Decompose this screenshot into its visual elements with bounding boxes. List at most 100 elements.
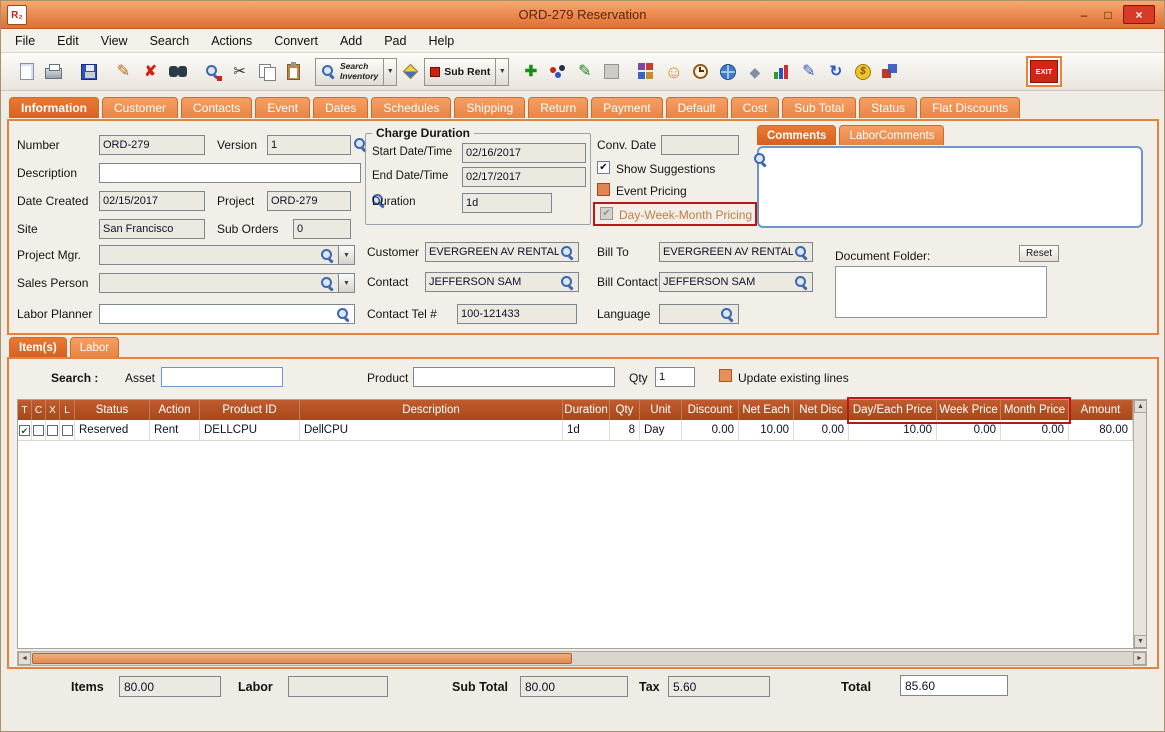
update-existing-lines-checkbox[interactable] — [719, 369, 732, 382]
customer-field[interactable]: EVERGREEN AV RENTALS — [425, 242, 579, 262]
horizontal-scrollbar[interactable]: ◄ ► — [17, 651, 1147, 666]
reset-button[interactable]: Reset — [1019, 245, 1059, 262]
labor-planner-field[interactable] — [99, 304, 355, 324]
col-header-c[interactable]: C — [32, 400, 46, 420]
row-t-checkbox[interactable]: ✔ — [19, 425, 30, 436]
col-header-product-id[interactable]: Product ID — [200, 400, 300, 420]
col-header-unit[interactable]: Unit — [640, 400, 682, 420]
tab-labor-comments[interactable]: LaborComments — [839, 125, 944, 145]
kit-dots-icon[interactable] — [544, 58, 571, 85]
col-header-x[interactable]: X — [46, 400, 60, 420]
product-input[interactable] — [413, 367, 615, 387]
menu-view[interactable]: View — [101, 34, 128, 48]
customer-search-icon[interactable] — [560, 245, 575, 260]
tab-items[interactable]: Item(s) — [9, 337, 67, 357]
language-search-icon[interactable] — [720, 307, 735, 322]
day-week-month-pricing-checkbox[interactable]: ✔ — [600, 207, 613, 220]
binoculars-icon[interactable] — [164, 58, 191, 85]
search-inventory-button[interactable]: Search Inventory — [315, 58, 384, 86]
refresh-icon[interactable]: ↻ — [822, 58, 849, 85]
clock-icon[interactable] — [687, 58, 714, 85]
asset-input[interactable] — [161, 367, 283, 387]
tax-field[interactable]: 5.60 — [668, 676, 770, 697]
project-mgr-combo[interactable]: ▼ — [99, 245, 355, 265]
paste-icon[interactable] — [280, 58, 307, 85]
minimize-button[interactable]: – — [1073, 5, 1095, 24]
tab-schedules[interactable]: Schedules — [371, 97, 451, 118]
bill-to-search-icon[interactable] — [794, 245, 809, 260]
tab-status[interactable]: Status — [859, 97, 917, 118]
end-datetime-field[interactable]: 02/17/2017 — [462, 167, 586, 187]
tab-default[interactable]: Default — [666, 97, 728, 118]
disabled-pad-icon[interactable] — [598, 58, 625, 85]
labor-planner-search-icon[interactable] — [336, 307, 351, 322]
print-icon[interactable] — [40, 58, 67, 85]
site-field[interactable]: San Francisco — [99, 219, 205, 239]
number-field[interactable]: ORD-279 — [99, 135, 205, 155]
menu-help[interactable]: Help — [428, 34, 454, 48]
document-folder-box[interactable] — [835, 266, 1047, 318]
globe-icon[interactable] — [714, 58, 741, 85]
smiley-icon[interactable]: ☺ — [660, 58, 687, 85]
scroll-down-icon[interactable]: ▼ — [1134, 635, 1147, 648]
sales-person-combo[interactable]: ▼ — [99, 273, 355, 293]
price-tag-icon[interactable] — [397, 58, 424, 85]
package-diamond-icon[interactable]: ◆ — [741, 58, 768, 85]
sub-total-field[interactable]: 80.00 — [520, 676, 628, 697]
col-header-t[interactable]: T — [18, 400, 32, 420]
bill-contact-field[interactable]: JEFFERSON SAM — [659, 272, 813, 292]
start-datetime-field[interactable]: 02/16/2017 — [462, 143, 586, 163]
menu-add[interactable]: Add — [340, 34, 362, 48]
project-field[interactable]: ORD-279 — [267, 191, 351, 211]
search-inventory-dropdown[interactable]: ▼ — [384, 58, 397, 86]
col-header-net-each[interactable]: Net Each — [739, 400, 794, 420]
project-mgr-field[interactable] — [99, 245, 339, 265]
bill-contact-search-icon[interactable] — [794, 275, 809, 290]
tab-contacts[interactable]: Contacts — [181, 97, 252, 118]
horizontal-scroll-thumb[interactable] — [32, 653, 572, 664]
scroll-right-icon[interactable]: ► — [1133, 652, 1146, 665]
col-header-l[interactable]: L — [60, 400, 75, 420]
menu-actions[interactable]: Actions — [211, 34, 252, 48]
comments-search-icon[interactable] — [753, 152, 768, 167]
menu-convert[interactable]: Convert — [274, 34, 318, 48]
tab-payment[interactable]: Payment — [591, 97, 662, 118]
row-l-checkbox[interactable] — [62, 425, 73, 436]
contact-tel-field[interactable]: 100-121433 — [457, 304, 577, 324]
copy-icon[interactable] — [253, 58, 280, 85]
show-suggestions-checkbox[interactable]: ✔ — [597, 161, 610, 174]
chart-bars-icon[interactable] — [768, 58, 795, 85]
total-field[interactable]: 85.60 — [900, 675, 1008, 696]
menu-pad[interactable]: Pad — [384, 34, 406, 48]
maximize-button[interactable]: □ — [1097, 5, 1119, 24]
exit-button[interactable]: EXIT — [1030, 60, 1058, 83]
tab-comments[interactable]: Comments — [757, 125, 836, 145]
col-header-amount[interactable]: Amount — [1069, 400, 1133, 420]
qty-input[interactable]: 1 — [655, 367, 695, 387]
menu-edit[interactable]: Edit — [57, 34, 79, 48]
tab-event[interactable]: Event — [255, 97, 310, 118]
col-header-month-price[interactable]: Month Price — [1001, 400, 1069, 420]
tab-information[interactable]: Information — [9, 97, 99, 118]
sub-rent-button[interactable]: Sub Rent — [424, 58, 496, 86]
close-button[interactable]: × — [1123, 5, 1155, 24]
project-mgr-dropdown[interactable]: ▼ — [339, 245, 355, 265]
add-line-icon[interactable]: ✚ — [517, 58, 544, 85]
row-c-checkbox[interactable] — [33, 425, 44, 436]
col-header-description[interactable]: Description — [300, 400, 563, 420]
find-item-icon[interactable] — [199, 58, 226, 85]
contact-field[interactable]: JEFFERSON SAM — [425, 272, 579, 292]
save-icon[interactable] — [75, 58, 102, 85]
sales-person-search-icon[interactable] — [320, 276, 335, 291]
tab-dates[interactable]: Dates — [313, 97, 368, 118]
comments-textarea[interactable] — [757, 146, 1143, 228]
tab-flat-discounts[interactable]: Flat Discounts — [920, 97, 1020, 118]
date-created-field[interactable]: 02/15/2017 — [99, 191, 205, 211]
cut-icon[interactable]: ✂ — [226, 58, 253, 85]
rates-grid-icon[interactable] — [633, 58, 660, 85]
menu-search[interactable]: Search — [150, 34, 190, 48]
scroll-up-icon[interactable]: ▲ — [1134, 400, 1147, 413]
vertical-scrollbar[interactable]: ▲ ▼ — [1133, 400, 1146, 648]
tab-customer[interactable]: Customer — [102, 97, 178, 118]
row-x-checkbox[interactable] — [47, 425, 58, 436]
